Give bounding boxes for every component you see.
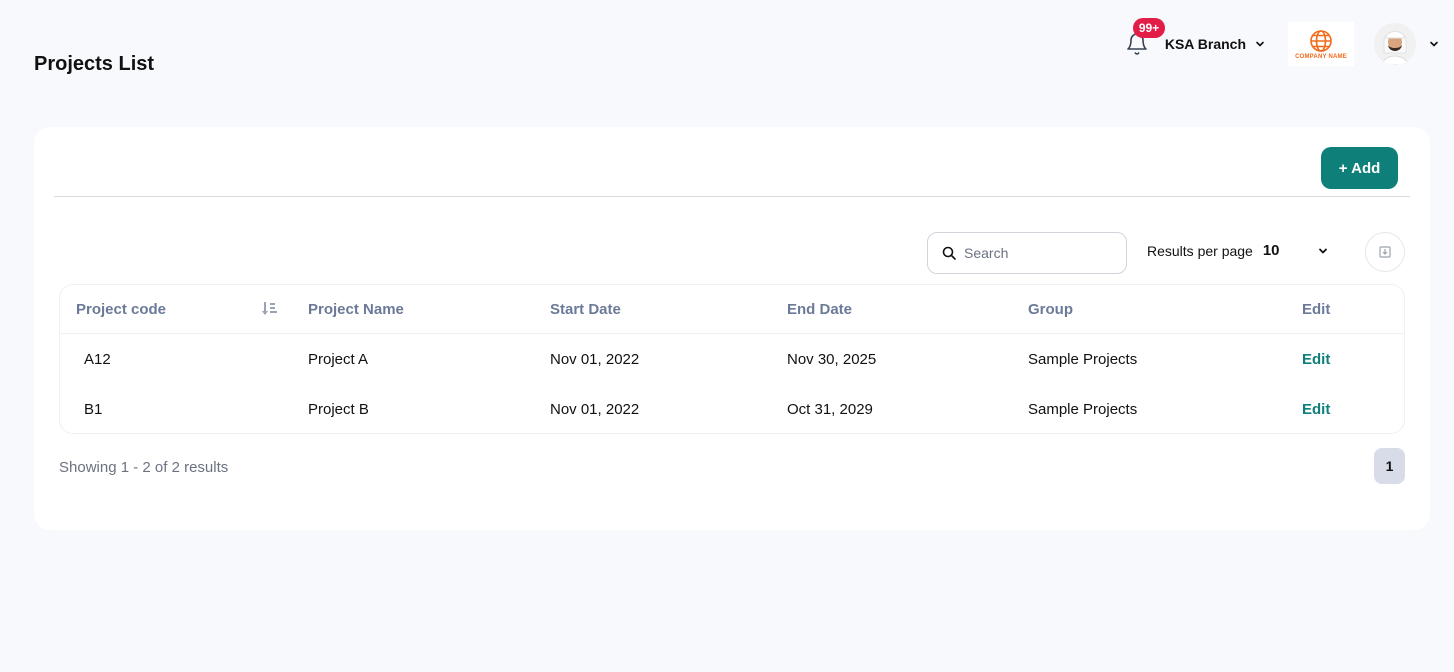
edit-link[interactable]: Edit	[1302, 401, 1330, 418]
edit-link[interactable]: Edit	[1302, 351, 1330, 368]
cell-end-date: Oct 31, 2029	[787, 400, 873, 418]
avatar[interactable]	[1374, 23, 1416, 65]
search-input[interactable]	[964, 245, 1114, 261]
column-edit: Edit	[1302, 300, 1331, 318]
company-logo-text: COMPANY NAME	[1295, 53, 1347, 60]
divider	[54, 196, 1410, 197]
sort-icon[interactable]	[262, 301, 278, 317]
company-logo: COMPANY NAME	[1288, 22, 1354, 66]
notifications-button[interactable]: 99+	[1125, 18, 1166, 56]
cell-group: Sample Projects	[1028, 400, 1138, 418]
column-header-label: Project code	[76, 300, 167, 318]
header-actions: 99+ KSA Branch COMPANY NAME	[1125, 18, 1440, 66]
cell-start-date: Nov 01, 2022	[550, 400, 640, 418]
results-per-page-value: 10	[1262, 242, 1280, 259]
export-icon	[1379, 246, 1391, 258]
table-row: B1 Project B Nov 01, 2022 Oct 31, 2029 S…	[60, 384, 1404, 433]
results-per-page: Results per page 10	[1147, 242, 1329, 259]
column-start-date[interactable]: Start Date	[550, 301, 787, 318]
search-field[interactable]	[927, 232, 1127, 274]
globe-icon	[1310, 29, 1332, 52]
cell-end-date: Nov 30, 2025	[787, 350, 877, 368]
cell-project-name: Project A	[308, 350, 369, 368]
chevron-down-icon	[1318, 248, 1327, 253]
column-end-date[interactable]: End Date	[787, 301, 1028, 318]
table-header: Project code Project Name Start Date End…	[60, 285, 1404, 334]
notification-badge: 99+	[1132, 18, 1166, 38]
search-icon	[942, 246, 956, 260]
export-button[interactable]	[1365, 232, 1405, 272]
projects-card: + Add Results per page 10 Project code P…	[34, 127, 1430, 530]
projects-table: Project code Project Name Start Date End…	[59, 284, 1405, 434]
cell-project-name: Project B	[308, 400, 369, 418]
branch-label: KSA Branch	[1164, 36, 1246, 52]
page-title: Projects List	[34, 53, 155, 75]
branch-selector[interactable]: KSA Branch	[1165, 36, 1266, 52]
cell-project-code: A12	[84, 350, 111, 368]
column-group[interactable]: Group	[1028, 301, 1302, 318]
chevron-down-icon	[1256, 41, 1264, 47]
user-avatar-icon	[1374, 23, 1416, 65]
results-per-page-label: Results per page	[1147, 242, 1253, 259]
cell-project-code: B1	[84, 400, 103, 418]
chevron-down-icon[interactable]	[1428, 38, 1440, 50]
results-summary: Showing 1 - 2 of 2 results	[59, 459, 229, 476]
add-button[interactable]: + Add	[1321, 147, 1398, 189]
column-project-name[interactable]: Project Name	[308, 301, 550, 318]
table-row: A12 Project A Nov 01, 2022 Nov 30, 2025 …	[60, 334, 1404, 384]
cell-group: Sample Projects	[1028, 350, 1138, 368]
pagination-page-1[interactable]: 1	[1374, 448, 1405, 484]
column-project-code[interactable]: Project code	[60, 301, 308, 318]
results-per-page-select[interactable]: 10	[1263, 242, 1329, 259]
cell-start-date: Nov 01, 2022	[550, 350, 640, 368]
